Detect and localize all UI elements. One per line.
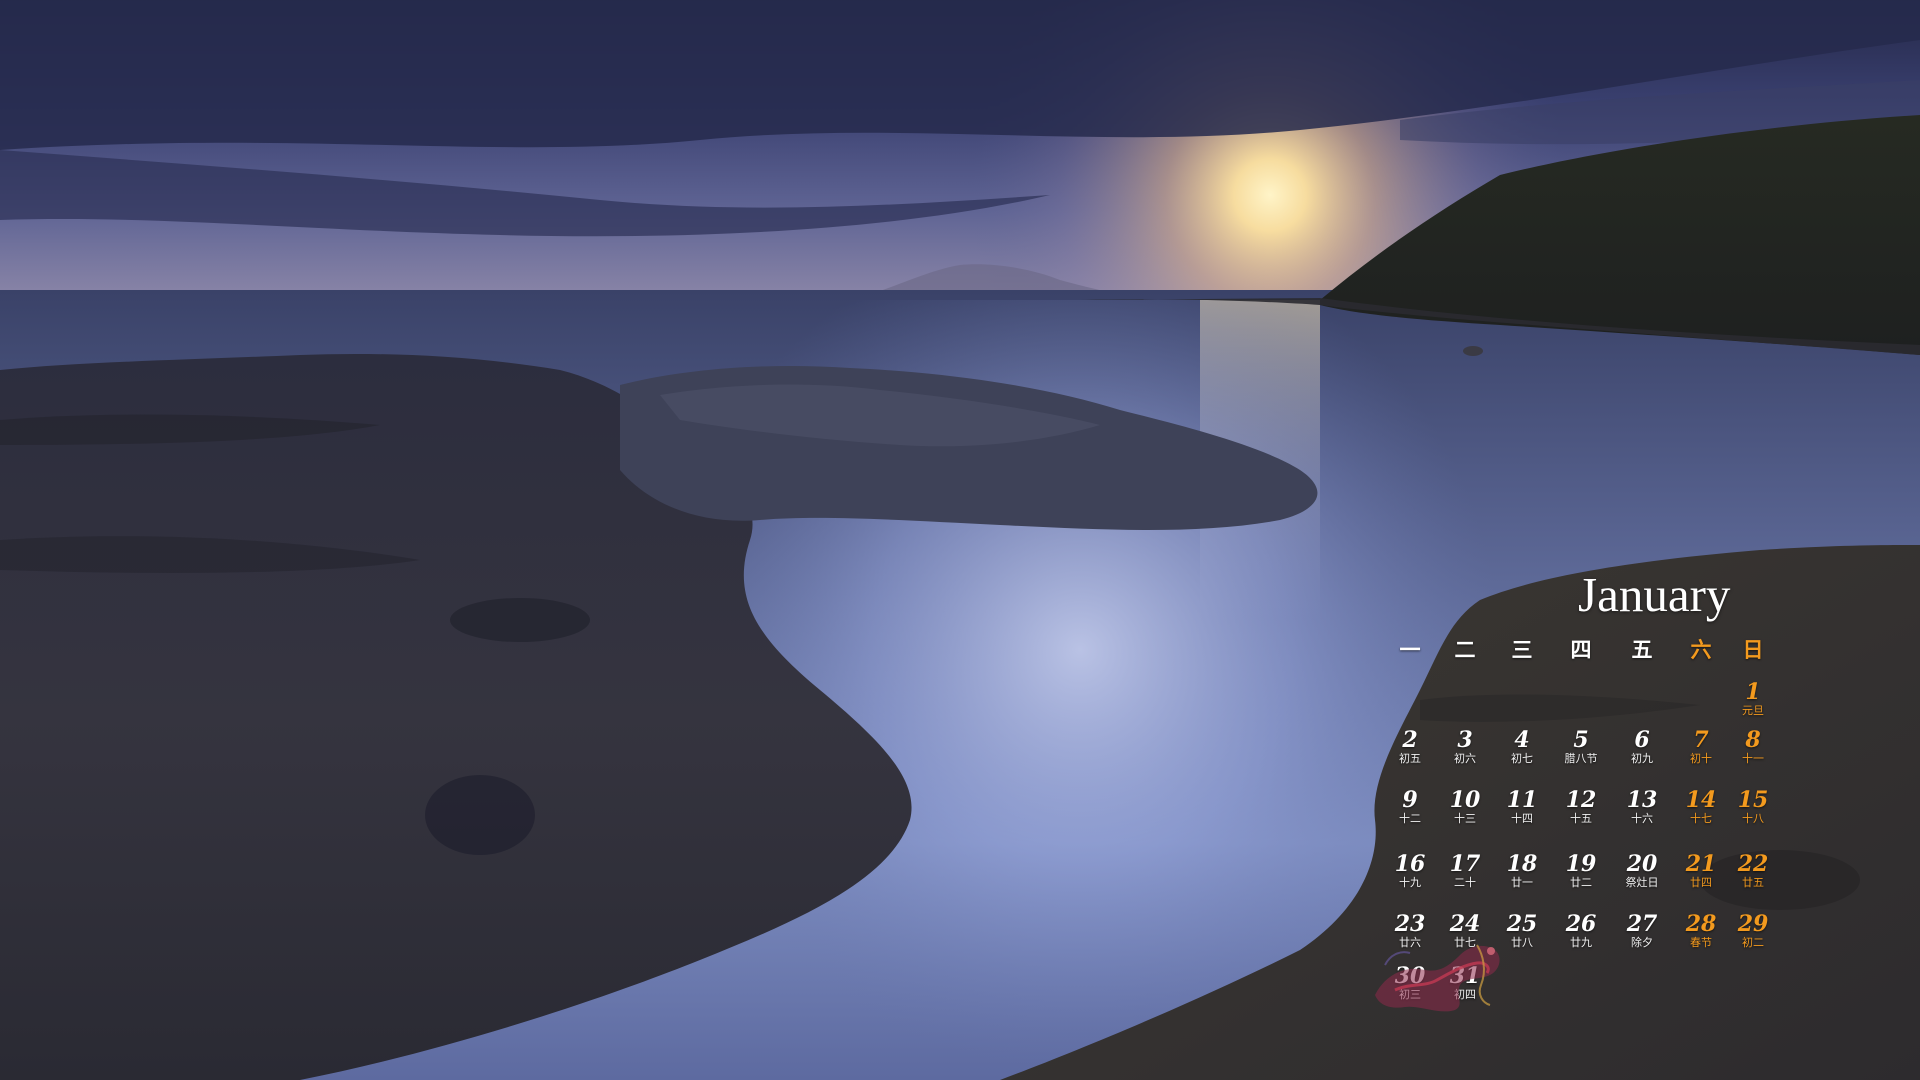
day-cell: 8 十一 bbox=[1728, 728, 1778, 780]
day-cell: 12 十五 bbox=[1556, 788, 1606, 840]
day-number: 16 bbox=[1394, 851, 1426, 877]
lunar-date: 除夕 bbox=[1631, 936, 1653, 949]
day-number: 4 bbox=[1514, 727, 1530, 753]
weekday-sat: 六 bbox=[1690, 637, 1712, 662]
lunar-date: 元旦 bbox=[1742, 704, 1764, 717]
day-number: 13 bbox=[1626, 787, 1658, 813]
day-number: 22 bbox=[1737, 851, 1769, 877]
day-cell: 19 廿二 bbox=[1556, 852, 1606, 904]
lunar-date: 初二 bbox=[1742, 936, 1764, 949]
lunar-date: 初十 bbox=[1690, 752, 1712, 765]
lunar-date: 初六 bbox=[1454, 752, 1476, 765]
day-number: 27 bbox=[1626, 911, 1658, 937]
day-number: 21 bbox=[1685, 851, 1717, 877]
day-number: 11 bbox=[1506, 787, 1538, 813]
lunar-date: 二十 bbox=[1454, 876, 1476, 889]
lunar-date: 十八 bbox=[1742, 812, 1764, 825]
lunar-date: 廿五 bbox=[1742, 876, 1764, 889]
weekday-thu: 四 bbox=[1570, 637, 1592, 662]
day-number: 6 bbox=[1634, 727, 1650, 753]
lunar-date: 廿二 bbox=[1570, 876, 1592, 889]
weekday-tue: 二 bbox=[1454, 637, 1476, 662]
lunar-date: 十三 bbox=[1454, 812, 1476, 825]
day-cell: 27 除夕 bbox=[1617, 912, 1667, 964]
lunar-date: 初九 bbox=[1631, 752, 1653, 765]
lunar-date: 十六 bbox=[1631, 812, 1653, 825]
day-number: 10 bbox=[1449, 787, 1481, 813]
day-number: 15 bbox=[1737, 787, 1769, 813]
weekday-sun: 日 bbox=[1742, 637, 1764, 662]
day-cell: 7 初十 bbox=[1676, 728, 1726, 780]
day-cell: 21 廿四 bbox=[1676, 852, 1726, 904]
day-cell: 4 初七 bbox=[1497, 728, 1547, 780]
month-title: January bbox=[1578, 567, 1731, 622]
day-number: 19 bbox=[1565, 851, 1597, 877]
lunar-date: 腊八节 bbox=[1564, 752, 1598, 765]
lunar-date: 十七 bbox=[1690, 812, 1712, 825]
day-cell: 28 春节 bbox=[1676, 912, 1726, 964]
lunar-date: 十一 bbox=[1742, 752, 1764, 765]
day-cell: 9 十二 bbox=[1385, 788, 1435, 840]
lunar-date: 廿一 bbox=[1511, 876, 1533, 889]
day-cell: 2 初五 bbox=[1385, 728, 1435, 780]
day-cell: 17 二十 bbox=[1440, 852, 1490, 904]
day-cell: 26 廿九 bbox=[1556, 912, 1606, 964]
lunar-date: 十四 bbox=[1511, 812, 1533, 825]
lunar-date: 十五 bbox=[1570, 812, 1592, 825]
day-cell: 16 十九 bbox=[1385, 852, 1435, 904]
day-number: 1 bbox=[1745, 679, 1761, 705]
day-number: 29 bbox=[1737, 911, 1769, 937]
lunar-date: 十二 bbox=[1399, 812, 1421, 825]
day-cell: 14 十七 bbox=[1676, 788, 1726, 840]
lunar-date: 祭灶日 bbox=[1625, 876, 1659, 889]
dragon-ornament-icon bbox=[1375, 944, 1500, 1012]
lunar-date: 廿九 bbox=[1570, 936, 1592, 949]
lunar-date: 廿四 bbox=[1690, 876, 1712, 889]
day-cell: 10 十三 bbox=[1440, 788, 1490, 840]
day-cell: 22 廿五 bbox=[1728, 852, 1778, 904]
day-number: 2 bbox=[1402, 727, 1418, 753]
day-number: 9 bbox=[1402, 787, 1418, 813]
day-cell: 11 十四 bbox=[1497, 788, 1547, 840]
day-number: 14 bbox=[1685, 787, 1717, 813]
lunar-date: 初五 bbox=[1399, 752, 1421, 765]
weekday-header: 一 二 三 四 五 六 日 bbox=[1385, 636, 1785, 664]
lunar-date: 初七 bbox=[1511, 752, 1533, 765]
day-cell: 6 初九 bbox=[1617, 728, 1667, 780]
day-number: 20 bbox=[1626, 851, 1658, 877]
day-number: 7 bbox=[1693, 727, 1709, 753]
day-cell: 18 廿一 bbox=[1497, 852, 1547, 904]
weekday-wed: 三 bbox=[1511, 637, 1533, 662]
day-cell: 3 初六 bbox=[1440, 728, 1490, 780]
day-number: 8 bbox=[1745, 727, 1761, 753]
day-number: 26 bbox=[1565, 911, 1597, 937]
day-number: 28 bbox=[1685, 911, 1717, 937]
day-number: 17 bbox=[1449, 851, 1481, 877]
lunar-date: 十九 bbox=[1399, 876, 1421, 889]
lunar-date: 春节 bbox=[1690, 936, 1712, 949]
weekday-mon: 一 bbox=[1399, 637, 1421, 662]
day-number: 18 bbox=[1506, 851, 1538, 877]
ornament-emblem bbox=[1365, 925, 1515, 1015]
day-cell: 5 腊八节 bbox=[1556, 728, 1606, 780]
day-cell: 13 十六 bbox=[1617, 788, 1667, 840]
day-number: 3 bbox=[1457, 727, 1473, 753]
weekday-fri: 五 bbox=[1631, 637, 1653, 662]
day-cell: 15 十八 bbox=[1728, 788, 1778, 840]
day-number: 5 bbox=[1573, 727, 1589, 753]
day-cell: 1 元旦 bbox=[1728, 680, 1778, 732]
day-number: 12 bbox=[1565, 787, 1597, 813]
day-cell: 29 初二 bbox=[1728, 912, 1778, 964]
day-cell: 20 祭灶日 bbox=[1617, 852, 1667, 904]
